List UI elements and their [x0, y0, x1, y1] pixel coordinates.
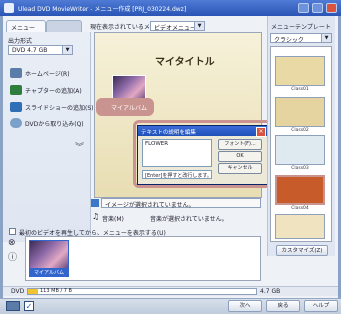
add-icon	[10, 102, 22, 112]
album-button-label: マイアルバム	[111, 105, 147, 112]
dialog-title: テキストの説明を編集	[138, 126, 267, 136]
template-category-value: クラシック	[274, 37, 304, 44]
close-icon[interactable]: ×	[256, 127, 266, 137]
capacity-fill	[28, 289, 38, 294]
output-format-value: DVD 4.7 GB	[12, 47, 48, 54]
help-button[interactable]: ヘルプ	[304, 300, 338, 312]
ok-button-label: OK	[236, 153, 244, 159]
template-thumbnail[interactable]	[275, 214, 325, 239]
output-format-select[interactable]: DVD 4.7 GB ▼	[8, 45, 73, 55]
ok-button[interactable]: OK	[218, 151, 262, 162]
tab-other[interactable]	[46, 20, 82, 32]
current-menu-value: ビデオメニュー	[154, 25, 197, 32]
help-button-label: ヘルプ	[312, 303, 330, 309]
template-name: Class02	[291, 128, 309, 133]
template-name: Class01	[291, 87, 309, 92]
status-bar: DVD 113 MB / 7 B 4.7 GB	[3, 286, 338, 296]
cancel-button-label: キャンセル	[227, 165, 253, 171]
page-icon	[10, 68, 22, 78]
disc-icon	[10, 118, 22, 128]
template-name: Class04	[291, 206, 309, 211]
video-field[interactable]: イメージが選択されていません。	[101, 198, 261, 209]
minimize-button[interactable]	[298, 3, 309, 13]
tab-menu[interactable]: メニュー	[6, 20, 46, 32]
window-title: Ulead DVD MovieWriter - メニュー作成 [PRJ_0302…	[18, 6, 187, 13]
video-icon	[91, 199, 99, 207]
app-icon	[4, 3, 14, 13]
title-bar: Ulead DVD MovieWriter - メニュー作成 [PRJ_0302…	[0, 0, 341, 16]
menu-item-add-chapter[interactable]: チャプターの追加(A)	[10, 84, 82, 96]
menu-item-label: チャプターの追加(A)	[25, 87, 82, 95]
menu-item-homepage[interactable]: ホームページ(R)	[10, 67, 70, 79]
font-button-label: フォント(F)...	[224, 141, 256, 147]
preview-title: マイタイトル	[155, 57, 215, 68]
info-icon[interactable]: ⓘ	[8, 250, 17, 263]
sound-label: 音楽(M)	[102, 216, 124, 223]
video-line-text: イメージが選択されていません。	[105, 202, 195, 209]
capacity-used: 113 MB / 7 B	[40, 288, 72, 294]
current-menu-select[interactable]: ビデオメニュー ▼	[150, 21, 205, 32]
template-thumbnail[interactable]	[275, 135, 325, 165]
description-textarea[interactable]: FLOWER	[142, 139, 212, 167]
menu-item-label: ホームページ(R)	[25, 70, 70, 78]
check-icon[interactable]: ✓	[24, 301, 34, 311]
back-button[interactable]: 戻る	[266, 300, 300, 312]
description-value: FLOWER	[145, 141, 169, 147]
next-button[interactable]: 次へ	[228, 300, 262, 312]
capacity-bar: 113 MB / 7 B	[27, 288, 257, 295]
edit-text-dialog: テキストの説明を編集 × FLOWER フォント(F)... OK キャンセル …	[137, 125, 268, 185]
chevron-down-icon: ▼	[62, 46, 72, 54]
template-thumbnail[interactable]	[275, 97, 325, 127]
capacity-total: 4.7 GB	[260, 288, 281, 295]
strip-caption-text: マイアルバム	[34, 270, 64, 276]
left-panel	[3, 32, 91, 242]
template-header: メニューテンプレート	[271, 24, 331, 31]
back-button-label: 戻る	[277, 303, 289, 309]
strip-caption: マイアルバム	[29, 269, 69, 277]
menu-item-label: スライドショーの追加(S)	[25, 104, 94, 112]
add-icon	[10, 85, 22, 95]
menu-item-label: DVDから取り込み(Q)	[25, 120, 84, 128]
chevron-double-down-icon[interactable]: ︾	[75, 140, 84, 153]
album-highlight[interactable]: マイアルバム	[96, 98, 154, 116]
font-button[interactable]: フォント(F)...	[218, 139, 262, 150]
menu-item-import-dvd[interactable]: DVDから取り込み(Q)	[10, 117, 84, 129]
dialog-hint: [Enter]を押すと改行します。	[142, 170, 212, 179]
dialog-hint-text: [Enter]を押すと改行します。	[145, 173, 212, 179]
remove-icon[interactable]: ⊗	[8, 238, 16, 248]
sound-line: 音楽が選択されていません。	[150, 216, 228, 223]
customize-button-label: カスタマイズ(Z)	[281, 248, 323, 254]
layout-icon[interactable]	[6, 301, 20, 311]
template-thumbnail[interactable]	[275, 56, 325, 86]
chevron-down-icon: ▼	[321, 34, 331, 42]
customize-button[interactable]: カスタマイズ(Z)	[276, 245, 328, 256]
next-button-label: 次へ	[239, 303, 251, 309]
tab-menu-label: メニュー	[11, 25, 36, 32]
template-name: Class03	[291, 166, 309, 171]
cancel-button[interactable]: キャンセル	[218, 163, 262, 174]
music-note-icon: ♫	[92, 212, 100, 221]
disc-type-label: DVD	[11, 288, 25, 295]
play-first-checkbox[interactable]	[9, 228, 16, 235]
menu-item-add-slideshow[interactable]: スライドショーの追加(S)	[10, 101, 94, 113]
template-thumbnail-selected[interactable]	[275, 175, 325, 205]
maximize-button[interactable]	[312, 3, 323, 13]
dialog-title-text: テキストの説明を編集	[141, 130, 196, 136]
output-format-label: 出力形式	[8, 38, 33, 45]
chevron-down-icon: ▼	[194, 22, 204, 30]
template-category-select[interactable]: クラシック ▼	[270, 33, 332, 44]
strip-thumbnail[interactable]	[29, 240, 69, 269]
close-button[interactable]	[326, 3, 337, 13]
